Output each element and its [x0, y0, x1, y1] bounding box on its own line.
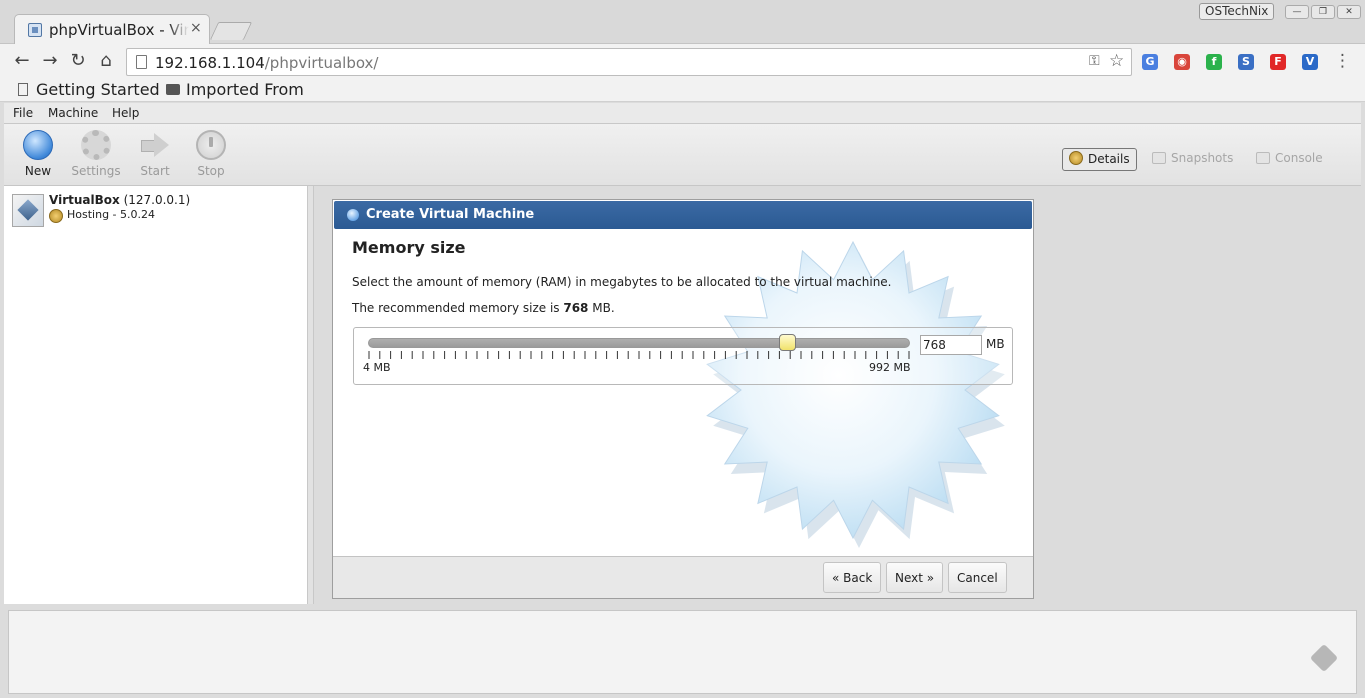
gear-icon	[81, 130, 111, 160]
host-name-label: VirtualBox	[49, 193, 120, 207]
window-minimize-button[interactable]: —	[1285, 5, 1309, 19]
power-icon	[196, 130, 226, 160]
google-translate-icon[interactable]: G	[1142, 54, 1158, 70]
home-icon[interactable]: ⌂	[96, 52, 116, 70]
settings-label: Settings	[71, 164, 121, 178]
feedly-extension-icon[interactable]: f	[1206, 54, 1222, 70]
memory-slider-track[interactable]	[368, 338, 910, 348]
back-arrow-icon[interactable]: ←	[12, 52, 32, 70]
console-view-button[interactable]: Console	[1250, 148, 1329, 171]
settings-button[interactable]: Settings	[69, 130, 123, 178]
vm-list-panel: VirtualBox (127.0.0.1) Hosting - 5.0.24	[4, 186, 308, 604]
memory-slider-thumb[interactable]	[779, 334, 797, 351]
bookmark-label: Imported From	[186, 80, 304, 99]
vivaldi-extension-icon[interactable]: V	[1302, 54, 1318, 70]
new-vm-button[interactable]: New	[11, 130, 65, 178]
forward-arrow-icon[interactable]: →	[40, 52, 60, 70]
recommended-memory-text: The recommended memory size is 768 MB.	[352, 301, 615, 315]
dialog-button-bar: « Back Next » Cancel	[333, 556, 1033, 598]
snapshots-view-button[interactable]: Snapshots	[1146, 148, 1239, 171]
memory-slider-ticks	[368, 351, 910, 359]
browser-menu-icon[interactable]: ⋮	[1334, 51, 1351, 71]
host-name: VirtualBox (127.0.0.1)	[49, 193, 190, 207]
slider-max-label: 992 MB	[869, 361, 911, 374]
back-button[interactable]: « Back	[823, 562, 882, 593]
tab-title: phpVirtualBox - VirtualBox Web Console	[49, 21, 189, 39]
menu-help[interactable]: Help	[112, 106, 139, 120]
bookmarks-bar: Getting Started Imported From	[0, 78, 1365, 102]
reload-icon[interactable]: ↻	[68, 52, 88, 70]
profile-badge[interactable]: OSTechNix	[1199, 3, 1275, 20]
memory-unit-label: MB	[986, 337, 1005, 351]
simplenote-icon[interactable]: S	[1238, 54, 1254, 70]
memory-slider-group: 4 MB 992 MB MB	[353, 327, 1013, 385]
folder-icon	[166, 84, 180, 95]
new-vm-small-icon	[347, 209, 359, 221]
url-host: 192.168.1.104	[155, 54, 265, 72]
url-path: /phpvirtualbox/	[264, 54, 379, 72]
panel-splitter[interactable]	[308, 186, 314, 604]
browser-tab-strip: phpVirtualBox - VirtualBox Web Console ×…	[0, 0, 1365, 46]
browser-toolbar: ← → ↻ ⌂ 192.168.1.104/phpvirtualbox/ ⚿ ☆…	[0, 44, 1365, 78]
app-toolbar: New Settings Start Stop Details Snapshot…	[4, 124, 1361, 186]
dialog-title: Create Virtual Machine	[366, 207, 535, 222]
details-view-button[interactable]: Details	[1062, 148, 1137, 171]
key-icon[interactable]: ⚿	[1089, 53, 1100, 69]
cancel-button[interactable]: Cancel	[948, 562, 1007, 593]
window-restore-button[interactable]: ❐	[1311, 5, 1335, 19]
url-text: 192.168.1.104/phpvirtualbox/	[155, 54, 378, 72]
recommended-value: 768	[563, 301, 589, 315]
recommended-prefix: The recommended memory size is	[352, 301, 564, 315]
bookmark-getting-started[interactable]: Getting Started	[18, 80, 160, 99]
bookmark-star-icon[interactable]: ☆	[1109, 51, 1124, 71]
details-icon	[1069, 151, 1083, 165]
bookmark-folder-imported-from[interactable]: Imported From	[166, 80, 304, 99]
menu-file[interactable]: File	[13, 106, 33, 120]
host-status: Hosting - 5.0.24	[67, 208, 156, 221]
hosting-status-icon	[49, 209, 63, 223]
next-button[interactable]: Next »	[886, 562, 944, 593]
tab-close-icon[interactable]: ×	[190, 20, 202, 36]
address-bar[interactable]: 192.168.1.104/phpvirtualbox/ ⚿ ☆	[126, 48, 1132, 76]
monitor-icon	[1256, 152, 1270, 164]
recommended-suffix: MB.	[588, 301, 615, 315]
app-menubar: File Machine Help	[4, 103, 1361, 124]
memory-size-input[interactable]	[920, 335, 982, 355]
flipboard-icon[interactable]: F	[1270, 54, 1286, 70]
wizard-page-heading: Memory size	[352, 238, 466, 257]
new-tab-button[interactable]	[209, 22, 253, 40]
stop-label: Stop	[197, 164, 225, 178]
chrome-extension-icon[interactable]: ◉	[1174, 54, 1190, 70]
stop-button[interactable]: Stop	[184, 130, 238, 178]
snapshots-label: Snapshots	[1171, 151, 1234, 165]
new-vm-icon	[23, 130, 53, 160]
log-area	[8, 610, 1357, 694]
virtualbox-favicon-icon	[28, 23, 42, 37]
page-icon	[18, 83, 28, 96]
new-vm-label: New	[24, 164, 52, 178]
memory-description: Select the amount of memory (RAM) in meg…	[352, 275, 892, 289]
virtualbox-host-icon	[12, 194, 44, 227]
camera-icon	[1152, 152, 1166, 164]
start-label: Start	[140, 164, 170, 178]
window-close-button[interactable]: ✕	[1337, 5, 1361, 19]
console-label: Console	[1275, 151, 1323, 165]
create-vm-dialog: Create Virtual Machine Memory size Selec…	[332, 199, 1034, 599]
page-info-icon[interactable]	[136, 55, 147, 69]
bottom-log-pane	[4, 604, 1361, 694]
start-button[interactable]: Start	[128, 130, 182, 178]
host-address: (127.0.0.1)	[123, 193, 191, 207]
slider-min-label: 4 MB	[363, 361, 391, 374]
menu-machine[interactable]: Machine	[48, 106, 98, 120]
bookmark-label: Getting Started	[36, 80, 160, 99]
details-label: Details	[1088, 152, 1130, 166]
browser-tab-active[interactable]: phpVirtualBox - VirtualBox Web Console ×	[14, 14, 210, 46]
start-arrow-icon	[140, 130, 170, 160]
dialog-titlebar[interactable]: Create Virtual Machine	[334, 201, 1032, 229]
